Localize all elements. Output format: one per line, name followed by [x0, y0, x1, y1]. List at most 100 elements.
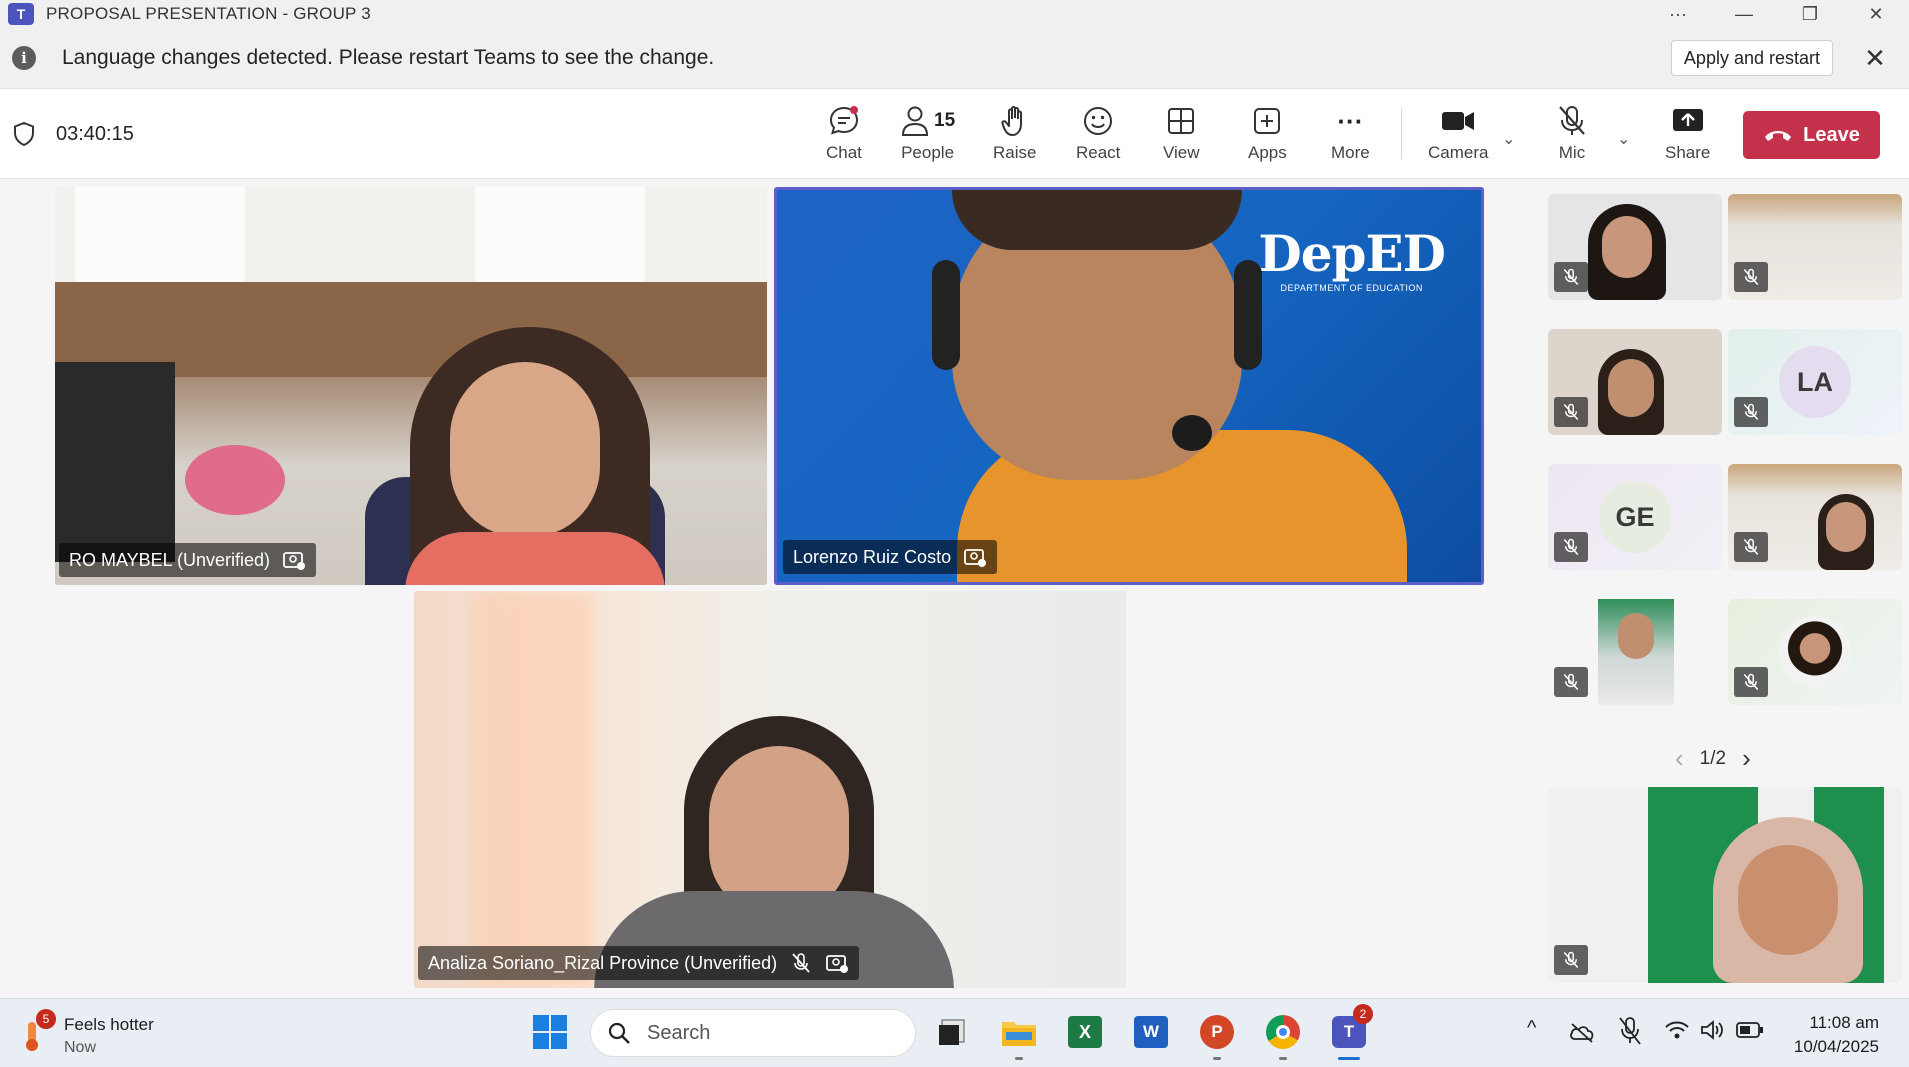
excel-icon: X — [1068, 1016, 1102, 1048]
more-label: More — [1331, 143, 1370, 162]
camera-options-chevron-icon[interactable]: ⌄ — [1502, 129, 1515, 149]
taskbar-app-file-explorer[interactable] — [997, 1010, 1041, 1060]
unverified-icon — [964, 549, 987, 567]
gallery-tile[interactable]: GE — [1548, 464, 1722, 570]
face — [1738, 845, 1838, 955]
window-more-button[interactable]: ··· — [1645, 0, 1711, 28]
video-tile[interactable]: RO MAYBEL (Unverified) — [55, 187, 767, 585]
mic-options-chevron-icon[interactable]: ⌄ — [1617, 129, 1630, 149]
gallery-tile[interactable] — [1548, 599, 1722, 705]
background-blur — [474, 591, 594, 988]
people-icon-wrap: 15 — [900, 103, 955, 139]
share-screen-icon — [1671, 103, 1705, 139]
close-window-button[interactable]: ✕ — [1843, 0, 1909, 28]
view-button[interactable]: View — [1163, 103, 1200, 173]
chat-button[interactable]: Chat — [826, 103, 862, 173]
avatar-initials: GE — [1599, 481, 1671, 553]
system-clock[interactable]: 11:08 am 10/04/2025 — [1794, 1011, 1879, 1059]
raise-hand-button[interactable]: Raise — [993, 103, 1036, 173]
clock-date: 10/04/2025 — [1793, 1037, 1879, 1056]
participant-name: Analiza Soriano_Rizal Province (Unverifi… — [428, 952, 778, 973]
headset-mic — [1172, 415, 1212, 451]
taskbar-app-teams[interactable]: T 2 — [1327, 1004, 1373, 1060]
chat-icon — [827, 103, 861, 139]
mic-off-icon — [1743, 403, 1759, 421]
volume-icon[interactable] — [1700, 1019, 1726, 1041]
weather-title: Feels hotter — [64, 1015, 154, 1034]
windows-taskbar: 5 Feels hotter Now Search X W P T 2 ^ 11… — [0, 998, 1909, 1067]
camera-label: Camera — [1428, 143, 1489, 162]
apply-and-restart-button[interactable]: Apply and restart — [1670, 40, 1833, 76]
gallery-tile[interactable] — [1548, 194, 1722, 300]
mic-off-icon — [1563, 538, 1579, 556]
mic-off-icon — [1743, 538, 1759, 556]
chat-label: Chat — [826, 143, 862, 162]
mic-off-icon[interactable] — [1618, 1016, 1642, 1046]
pager-prev-icon[interactable]: ‹ — [1675, 743, 1684, 774]
mic-button[interactable]: Mic — [1556, 103, 1588, 173]
self-view-tile[interactable] — [1548, 787, 1902, 983]
powerpoint-icon: P — [1200, 1015, 1234, 1049]
weather-sub: Now — [64, 1039, 97, 1056]
active-speaker-tile[interactable]: DepED DEPARTMENT OF EDUCATION Lorenzo Ru… — [774, 187, 1484, 585]
mic-off-icon — [1563, 951, 1579, 969]
people-label: People — [901, 143, 955, 162]
gallery-tile[interactable] — [1728, 599, 1902, 705]
battery-icon[interactable] — [1736, 1021, 1764, 1039]
more-button[interactable]: ··· More — [1331, 103, 1370, 173]
tray-overflow-icon[interactable]: ^ — [1527, 1017, 1536, 1040]
weather-widget[interactable]: 5 Feels hotter Now — [16, 1009, 176, 1059]
weather-badge: 5 — [36, 1009, 56, 1029]
start-button[interactable] — [528, 1010, 572, 1054]
share-button[interactable]: Share — [1665, 103, 1710, 173]
person-icon — [901, 106, 929, 136]
participant-name: Lorenzo Ruiz Costo — [793, 546, 952, 567]
taskbar-app-excel[interactable]: X — [1063, 1010, 1107, 1054]
camera-button[interactable]: Camera — [1428, 103, 1488, 173]
hair — [952, 190, 1242, 250]
pager-next-icon[interactable]: › — [1742, 743, 1751, 774]
gallery-tile[interactable]: LA — [1728, 329, 1902, 435]
ellipsis-icon: ··· — [1337, 105, 1364, 136]
gallery-tile[interactable] — [1548, 329, 1722, 435]
face — [450, 362, 600, 537]
video-tile[interactable]: Analiza Soriano_Rizal Province (Unverifi… — [414, 591, 1126, 988]
meeting-timer: 03:40:15 — [56, 123, 134, 145]
taskbar-app-chrome[interactable] — [1261, 1010, 1305, 1060]
notification-close-button[interactable]: ✕ — [1861, 43, 1889, 73]
react-button[interactable]: React — [1076, 103, 1120, 173]
task-view-icon — [939, 1019, 965, 1045]
taskbar-search-box[interactable]: Search — [590, 1009, 916, 1057]
deped-logo-text: DepED — [1258, 224, 1446, 283]
unverified-icon — [826, 955, 849, 973]
taskbar-app-powerpoint[interactable]: P — [1195, 1010, 1239, 1060]
window-title: PROPOSAL PRESENTATION - GROUP 3 — [46, 4, 371, 23]
muted-badge — [1554, 532, 1588, 562]
teams-badge: 2 — [1353, 1004, 1373, 1024]
add-app-icon — [1251, 103, 1283, 139]
taskbar-app-task-view[interactable] — [930, 1010, 974, 1054]
leave-button[interactable]: Leave — [1743, 111, 1880, 159]
hand-icon — [1000, 103, 1030, 139]
taskbar-app-word[interactable]: W — [1129, 1010, 1173, 1054]
smiley-icon — [1081, 103, 1115, 139]
hang-up-icon — [1765, 131, 1792, 141]
notification-bar: i Language changes detected. Please rest… — [0, 28, 1909, 89]
search-placeholder: Search — [647, 1021, 711, 1044]
teams-logo-icon: T — [8, 3, 34, 25]
people-button[interactable]: 15 People — [900, 103, 955, 173]
notification-message: Language changes detected. Please restar… — [62, 46, 715, 69]
mic-off-icon — [1563, 268, 1579, 286]
apps-button[interactable]: Apps — [1248, 103, 1287, 173]
deped-logo: DepED DEPARTMENT OF EDUCATION — [1258, 224, 1446, 293]
gallery-tile[interactable] — [1728, 464, 1902, 570]
headset-left — [932, 260, 960, 370]
onedrive-offline-icon[interactable] — [1568, 1021, 1596, 1043]
gallery-tile[interactable] — [1728, 194, 1902, 300]
avatar-initials: LA — [1779, 346, 1851, 418]
wifi-icon[interactable] — [1664, 1019, 1690, 1041]
restore-button[interactable]: ❐ — [1777, 0, 1843, 28]
minimize-button[interactable]: — — [1711, 0, 1777, 28]
raise-label: Raise — [993, 143, 1037, 162]
face — [1602, 216, 1652, 278]
